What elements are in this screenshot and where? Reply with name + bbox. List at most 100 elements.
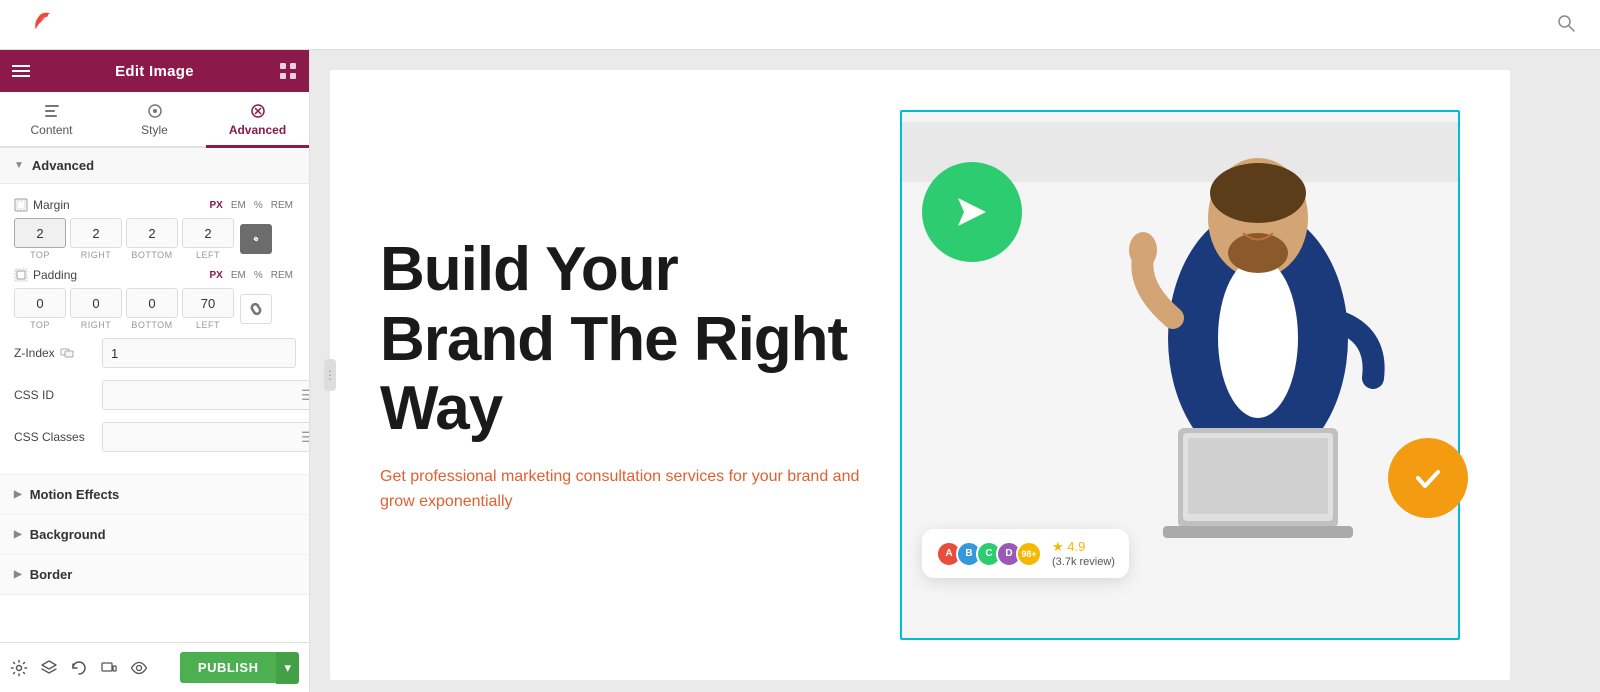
css-classes-list-icon[interactable]: ☰ xyxy=(295,429,309,446)
style-icon xyxy=(146,102,164,120)
margin-link-button[interactable] xyxy=(240,224,272,254)
motion-effects-label: Motion Effects xyxy=(30,487,120,502)
tab-style[interactable]: Style xyxy=(103,92,206,148)
margin-right-input[interactable]: 2 xyxy=(70,218,122,248)
eye-icon[interactable] xyxy=(130,659,148,677)
border-chevron: ▶ xyxy=(14,569,22,580)
css-id-input[interactable] xyxy=(103,388,295,403)
background-section[interactable]: ▶ Background xyxy=(0,515,309,555)
padding-right-input[interactable]: 0 xyxy=(70,288,122,318)
content-icon xyxy=(43,102,61,120)
css-classes-row: CSS Classes ☰ xyxy=(14,422,295,452)
man-figure xyxy=(1078,112,1438,638)
border-section[interactable]: ▶ Border xyxy=(0,555,309,595)
avatar-plus: 98+ xyxy=(1016,541,1042,567)
margin-row: Margin PX EM % REM xyxy=(14,198,295,212)
tab-advanced-label: Advanced xyxy=(229,123,286,137)
margin-left-input[interactable]: 2 xyxy=(182,218,234,248)
padding-left-box: 70 LEFT xyxy=(182,288,234,330)
link-icon xyxy=(249,232,263,246)
margin-left-label: LEFT xyxy=(196,250,220,260)
margin-left-box: 2 LEFT xyxy=(182,218,234,260)
grid-icon[interactable] xyxy=(279,62,297,80)
image-section: A B C D 98+ ★ 4.9 (3.7k review) xyxy=(900,110,1460,640)
publish-dropdown-button[interactable]: ▾ xyxy=(276,652,299,684)
bottom-icons-group xyxy=(10,659,148,677)
css-classes-input[interactable] xyxy=(103,430,295,445)
chevron-down-icon: ▼ xyxy=(14,160,24,171)
history-icon[interactable] xyxy=(70,659,88,677)
hero-text-block: Build Your Brand The Right Way Get profe… xyxy=(380,235,860,515)
padding-unit-rem[interactable]: REM xyxy=(269,269,295,282)
canvas-area: Build Your Brand The Right Way Get profe… xyxy=(310,50,1600,692)
padding-top-input[interactable]: 0 xyxy=(14,288,66,318)
css-classes-input-wrapper: ☰ xyxy=(102,422,309,452)
css-id-text: CSS ID xyxy=(14,388,54,402)
resize-handle[interactable] xyxy=(324,359,336,391)
z-index-responsive-icon xyxy=(60,346,74,360)
panel-header: Edit Image xyxy=(0,50,309,92)
margin-inputs: 2 TOP 2 RIGHT 2 BOTTOM 2 LEFT xyxy=(14,218,295,260)
margin-bottom-box: 2 BOTTOM xyxy=(126,218,178,260)
padding-bottom-input[interactable]: 0 xyxy=(126,288,178,318)
margin-unit-buttons: PX EM % REM xyxy=(208,199,295,212)
padding-text: Padding xyxy=(33,268,77,282)
tab-advanced[interactable]: Advanced xyxy=(206,92,309,148)
css-classes-text: CSS Classes xyxy=(14,430,85,444)
css-id-list-icon[interactable]: ☰ xyxy=(295,387,309,404)
css-id-input-wrapper: ☰ xyxy=(102,380,309,410)
margin-top-input[interactable]: 2 xyxy=(14,218,66,248)
top-bar-search[interactable] xyxy=(1552,9,1580,40)
padding-unit-px[interactable]: PX xyxy=(208,269,225,282)
search-button[interactable] xyxy=(1552,9,1580,40)
padding-left-label: LEFT xyxy=(196,320,220,330)
avatar-group: A B C D 98+ xyxy=(936,541,1042,567)
margin-unit-rem[interactable]: REM xyxy=(269,199,295,212)
top-bar xyxy=(0,0,1600,50)
margin-unit-percent[interactable]: % xyxy=(252,199,265,212)
padding-inputs: 0 TOP 0 RIGHT 0 BOTTOM 70 LEFT xyxy=(14,288,295,330)
margin-unit-em[interactable]: EM xyxy=(229,199,248,212)
review-count: (3.7k review) xyxy=(1052,556,1115,568)
padding-unit-em[interactable]: EM xyxy=(229,269,248,282)
margin-top-box: 2 TOP xyxy=(14,218,66,260)
responsive-icon[interactable] xyxy=(100,659,118,677)
margin-top-label: TOP xyxy=(30,250,50,260)
margin-label: Margin xyxy=(14,198,70,212)
css-id-row: CSS ID ☰ xyxy=(14,380,295,410)
margin-right-label: RIGHT xyxy=(81,250,112,260)
tab-style-label: Style xyxy=(141,123,168,137)
hero-subtext: Get professional marketing consultation … xyxy=(380,464,860,515)
margin-unit-px[interactable]: PX xyxy=(208,199,225,212)
panel-content: ▼ Advanced Margin PX EM xyxy=(0,148,309,642)
main-layout: Edit Image Content xyxy=(0,50,1600,692)
advanced-section-header[interactable]: ▼ Advanced xyxy=(0,148,309,184)
padding-left-input[interactable]: 70 xyxy=(182,288,234,318)
panel-title: Edit Image xyxy=(115,63,194,80)
green-circle-badge xyxy=(922,162,1022,262)
canvas-inner: Build Your Brand The Right Way Get profe… xyxy=(330,70,1510,680)
padding-link-button[interactable] xyxy=(240,294,272,324)
left-panel: Edit Image Content xyxy=(0,50,310,692)
motion-effects-section[interactable]: ▶ Motion Effects xyxy=(0,475,309,515)
tab-content[interactable]: Content xyxy=(0,92,103,148)
css-classes-label: CSS Classes xyxy=(14,430,94,444)
review-score: 4.9 xyxy=(1067,539,1085,554)
man-illustration xyxy=(1088,138,1428,638)
link-outline-icon xyxy=(241,294,271,324)
z-index-label: Z-Index xyxy=(14,346,94,360)
padding-unit-percent[interactable]: % xyxy=(252,269,265,282)
advanced-section-label: Advanced xyxy=(32,158,94,173)
margin-bottom-input[interactable]: 2 xyxy=(126,218,178,248)
review-card: A B C D 98+ ★ 4.9 (3.7k review) xyxy=(922,529,1129,578)
bottom-toolbar: PUBLISH ▾ xyxy=(0,642,309,692)
settings-icon[interactable] xyxy=(10,659,28,677)
padding-bottom-label: BOTTOM xyxy=(131,320,172,330)
tab-content-label: Content xyxy=(30,123,72,137)
hamburger-menu-icon[interactable] xyxy=(12,65,30,77)
brand-icon xyxy=(20,7,56,43)
z-index-input[interactable]: 1 xyxy=(102,338,296,368)
layers-icon[interactable] xyxy=(40,659,58,677)
padding-top-label: TOP xyxy=(30,320,50,330)
publish-button[interactable]: PUBLISH xyxy=(180,652,277,683)
